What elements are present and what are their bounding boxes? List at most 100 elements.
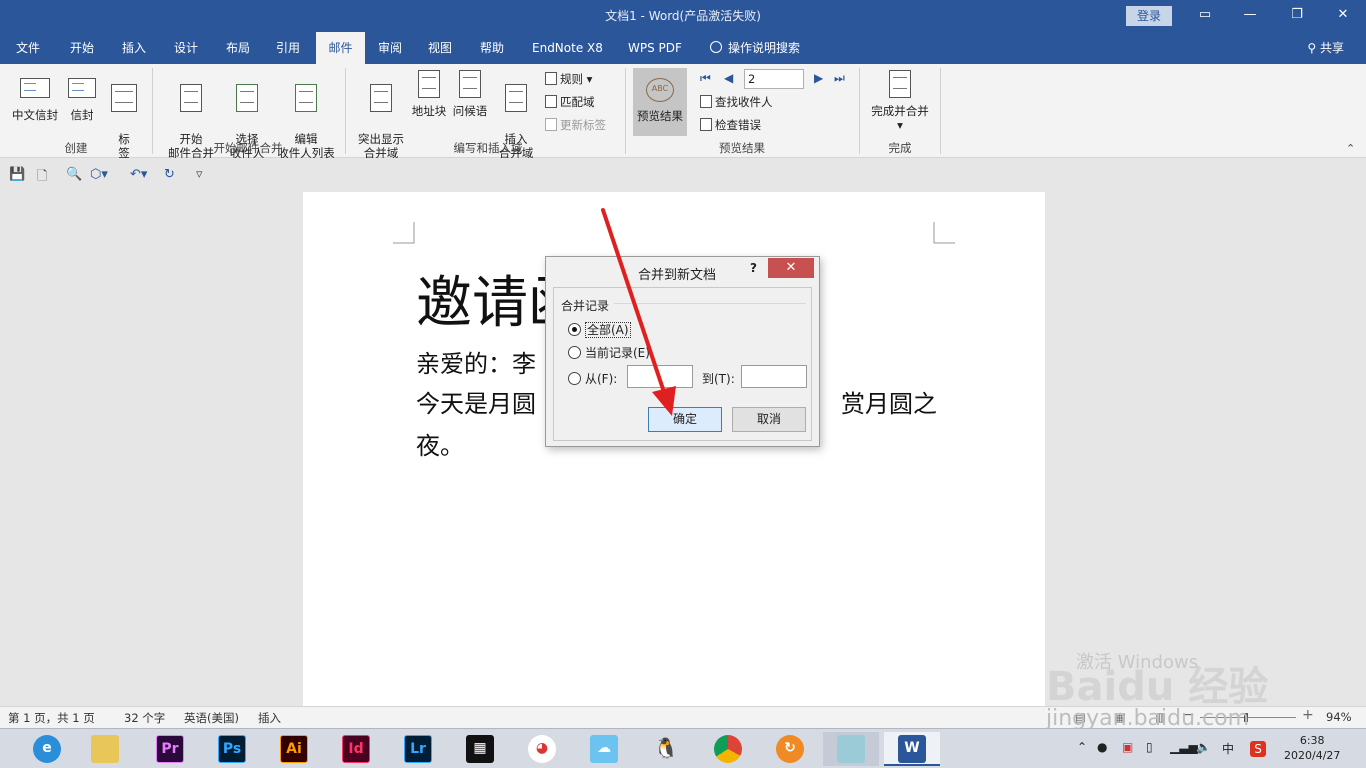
previous-record-icon[interactable]: ◀	[724, 71, 733, 85]
tray-volume-icon[interactable]: 🔈	[1196, 740, 1211, 754]
redo-icon[interactable]: ↻	[164, 167, 175, 182]
rules-button[interactable]: 规则 ▾	[545, 71, 592, 87]
radio-dot-icon	[568, 323, 581, 336]
taskbar-app-orange[interactable]: ↻	[765, 732, 815, 766]
insert-field-icon	[505, 84, 527, 112]
tab-help[interactable]: 帮助	[472, 32, 512, 64]
zoom-in-icon[interactable]: +	[1302, 707, 1314, 723]
restore-icon[interactable]: ❐	[1284, 4, 1310, 26]
tab-wps-pdf[interactable]: WPS PDF	[620, 32, 690, 64]
tab-review[interactable]: 审阅	[370, 32, 410, 64]
touch-mode-icon[interactable]: ⬡▾	[90, 167, 108, 182]
help-button[interactable]: ?	[750, 261, 757, 275]
tray-ime[interactable]: 中	[1222, 740, 1234, 757]
record-number-input[interactable]: 2	[744, 69, 804, 89]
tray-sogou-icon[interactable]: S	[1250, 741, 1266, 757]
tray-signal-icon[interactable]: ▁▃▅	[1170, 740, 1198, 754]
address-block-button[interactable]: 地址块	[408, 70, 450, 118]
preview-results-button[interactable]: ABC 预览结果	[633, 68, 687, 136]
taskbar-word[interactable]: W	[884, 732, 940, 766]
find-recipient-icon	[700, 95, 712, 108]
to-record-input[interactable]	[741, 365, 807, 388]
share-button[interactable]: ⚲ 共享	[1307, 32, 1344, 64]
customize-toolbar-icon[interactable]: ▿	[196, 167, 203, 182]
update-labels-button[interactable]: 更新标签	[545, 117, 606, 133]
next-record-icon[interactable]: ▶	[814, 71, 823, 85]
taskbar-explorer[interactable]	[80, 732, 130, 766]
insert-mode-status[interactable]: 插入	[258, 710, 281, 726]
zoom-level[interactable]: 94%	[1326, 710, 1352, 724]
mail-merge-icon	[180, 84, 202, 112]
finish-merge-icon	[889, 70, 911, 98]
notes-icon	[837, 735, 865, 763]
tab-layout[interactable]: 布局	[218, 32, 258, 64]
find-recipient-button[interactable]: 查找收件人	[700, 94, 773, 110]
close-window-icon[interactable]: ✕	[1330, 4, 1356, 26]
word-icon: W	[898, 735, 926, 763]
tab-insert[interactable]: 插入	[114, 32, 154, 64]
radio-all[interactable]: 全部(A)	[568, 321, 631, 338]
taskbar-premiere[interactable]: Pr	[145, 732, 195, 766]
last-record-icon[interactable]: ⏭	[834, 71, 845, 86]
ribbon-tabs: 文件 开始 插入 设计 布局 引用 邮件 审阅 视图 帮助 EndNote X8…	[0, 32, 1366, 64]
taskbar-browser[interactable]: e	[22, 732, 72, 766]
match-fields-button[interactable]: 匹配域	[545, 94, 595, 110]
minimize-icon[interactable]: —	[1237, 4, 1263, 26]
taskbar: e Pr Ps Ai Id Lr ▦ ◕ ☁ 🐧 ↻ W ⌃ ● ▣ ▯ ▁▃▅…	[0, 728, 1366, 768]
taskbar-notes[interactable]	[823, 732, 879, 766]
taskbar-app-umbrella[interactable]: ◕	[517, 732, 567, 766]
radio-current-record[interactable]: 当前记录(E)	[568, 344, 650, 361]
ok-button[interactable]: 确定	[648, 407, 722, 432]
cloud-icon: ☁	[590, 735, 618, 763]
envelope-button[interactable]: 信封	[64, 72, 100, 122]
chevron-down-icon: ▾	[586, 72, 593, 86]
taskbar-lightroom[interactable]: Lr	[393, 732, 443, 766]
login-button[interactable]: 登录	[1126, 6, 1172, 26]
ribbon-display-icon[interactable]: ▭	[1192, 4, 1218, 26]
finish-merge-label: 完成并合并	[871, 104, 929, 118]
radio-from[interactable]: 从(F):	[568, 370, 617, 387]
envelope-icon	[20, 78, 50, 98]
taskbar-clock[interactable]: 6:38 2020/4/27	[1284, 733, 1340, 763]
tab-view[interactable]: 视图	[420, 32, 460, 64]
merge-records-group-label: 合并记录	[561, 299, 610, 313]
collapse-ribbon-icon[interactable]: ⌃	[1346, 142, 1355, 155]
taskbar-illustrator[interactable]: Ai	[269, 732, 319, 766]
match-fields-label: 匹配域	[560, 95, 595, 109]
tray-network-error-icon[interactable]: ▣	[1122, 740, 1133, 754]
check-errors-button[interactable]: 检查错误	[700, 117, 761, 133]
taskbar-chrome[interactable]	[703, 732, 753, 766]
taskbar-video[interactable]: ▦	[455, 732, 505, 766]
tray-expand-icon[interactable]: ⌃	[1077, 740, 1087, 754]
tray-qq-icon[interactable]: ●	[1097, 740, 1107, 754]
new-document-icon[interactable]: 🗋	[37, 167, 47, 189]
undo-icon[interactable]: ↶▾	[130, 167, 147, 182]
labels-icon	[111, 84, 137, 112]
from-record-input[interactable]	[627, 365, 693, 388]
tab-file[interactable]: 文件	[8, 32, 48, 64]
tab-endnote[interactable]: EndNote X8	[524, 32, 611, 64]
taskbar-indesign[interactable]: Id	[331, 732, 381, 766]
word-count[interactable]: 32 个字	[124, 710, 165, 726]
taskbar-photoshop[interactable]: Ps	[207, 732, 257, 766]
dialog-close-button[interactable]: ✕	[768, 258, 814, 278]
tab-mailings[interactable]: 邮件	[316, 32, 365, 64]
greeting-line-button[interactable]: 问候语	[450, 70, 490, 118]
tab-home[interactable]: 开始	[62, 32, 102, 64]
page-count[interactable]: 第 1 页，共 1 页	[8, 710, 95, 726]
tray-device-icon[interactable]: ▯	[1146, 740, 1153, 754]
first-record-icon[interactable]: ⏮	[700, 71, 711, 86]
taskbar-app-cloud[interactable]: ☁	[579, 732, 629, 766]
cancel-button[interactable]: 取消	[732, 407, 806, 432]
tell-me-search[interactable]: 操作说明搜索	[702, 32, 808, 64]
taskbar-qq[interactable]: 🐧	[641, 732, 691, 766]
tab-design[interactable]: 设计	[166, 32, 206, 64]
language-status[interactable]: 英语(美国)	[184, 710, 239, 726]
save-icon[interactable]: 💾	[9, 167, 25, 182]
finish-merge-button[interactable]: 完成并合并 ▾	[866, 70, 934, 132]
find-recipient-label: 查找收件人	[715, 95, 773, 109]
print-preview-icon[interactable]: 🔍	[66, 167, 82, 182]
tab-references[interactable]: 引用	[268, 32, 308, 64]
chrome-icon	[714, 735, 742, 763]
chinese-envelope-button[interactable]: 中文信封	[8, 72, 62, 122]
